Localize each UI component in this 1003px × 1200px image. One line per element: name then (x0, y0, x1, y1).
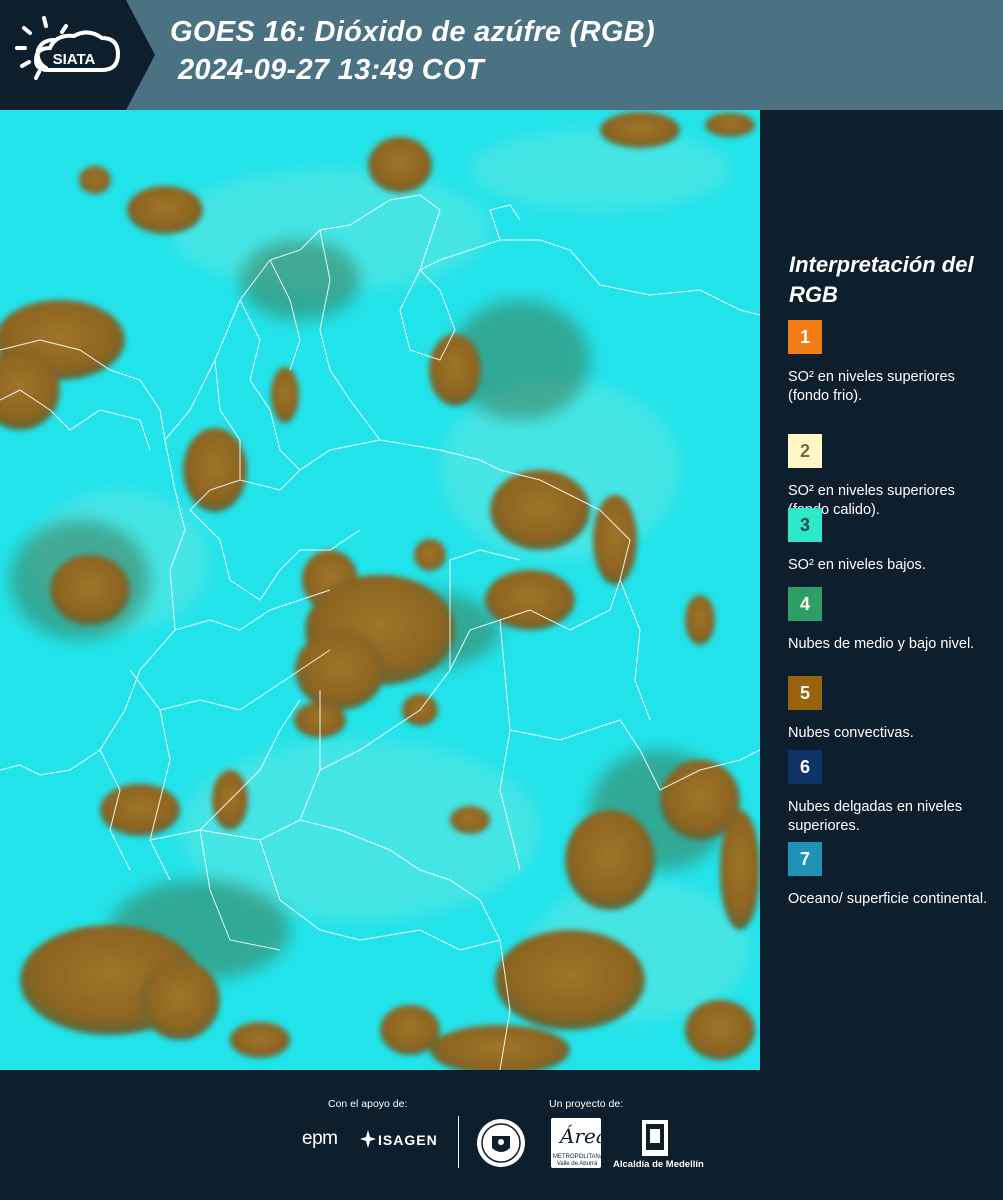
legend-label: Nubes delgadas en niveles superiores. (788, 799, 963, 834)
isagen-icon (360, 1130, 376, 1148)
footer-divider (458, 1116, 459, 1168)
project-label: Un proyecto de: (549, 1098, 624, 1110)
legend-item: 3 SO² en niveles bajos. (788, 508, 988, 575)
legend-label: SO² en niveles bajos. (788, 557, 926, 573)
legend-item: 7 Oceano/ superficie continental. (788, 842, 988, 909)
alcaldia-label: Alcaldía de Medellín (613, 1159, 704, 1170)
header-bar: SIATA GOES 16: Dióxido de azúfre (RGB) 2… (0, 0, 1003, 110)
logo-text: SIATA (53, 51, 96, 68)
legend-panel: Interpretación del RGB 1 SO² en niveles s… (760, 110, 1003, 1070)
legend-swatch: 4 (788, 587, 822, 621)
alcaldia-shield-icon[interactable] (640, 1119, 670, 1157)
legend-item: 5 Nubes convectivas. (788, 676, 988, 743)
legend-label: SO² en niveles superiores (fondo frio). (788, 369, 955, 404)
support-label: Con el apoyo de: (328, 1098, 408, 1110)
legend-label: Oceano/ superficie continental. (788, 891, 988, 907)
satellite-image[interactable] (0, 110, 760, 1070)
footer: Con el apoyo de: Un proyecto de: epm ISA… (0, 1070, 1003, 1200)
area-logo-text: METROPOLITANA Valle de Aburrá (553, 1154, 604, 1167)
legend-swatch: 7 (788, 842, 822, 876)
legend-swatch: 1 (788, 320, 822, 354)
siata-logo[interactable]: SIATA (0, 0, 155, 110)
timestamp: 2024-09-27 13:49 COT (178, 54, 484, 86)
legend-item: 1 SO² en niveles superiores (fondo frio). (788, 320, 988, 406)
epm-logo[interactable]: epm (302, 1128, 338, 1150)
rgb-satellite-map (0, 110, 760, 1070)
area-logo-script: Área (560, 1124, 608, 1148)
legend-item: 6 Nubes delgadas en niveles superiores. (788, 750, 988, 836)
legend-swatch: 6 (788, 750, 822, 784)
medellin-seal-icon[interactable] (476, 1118, 526, 1168)
legend-swatch: 2 (788, 434, 822, 468)
legend-swatch: 3 (788, 508, 822, 542)
legend-label: Nubes de medio y bajo nivel. (788, 636, 975, 652)
page-title: GOES 16: Dióxido de azúfre (RGB) (170, 16, 655, 48)
legend-swatch: 5 (788, 676, 822, 710)
legend-item: 4 Nubes de medio y bajo nivel. (788, 587, 988, 654)
sun-cloud-icon: SIATA (15, 16, 121, 80)
isagen-logo[interactable]: ISAGEN (378, 1132, 438, 1148)
legend-label: Nubes convectivas. (788, 725, 914, 741)
legend-title: Interpretación del RGB (789, 252, 974, 307)
